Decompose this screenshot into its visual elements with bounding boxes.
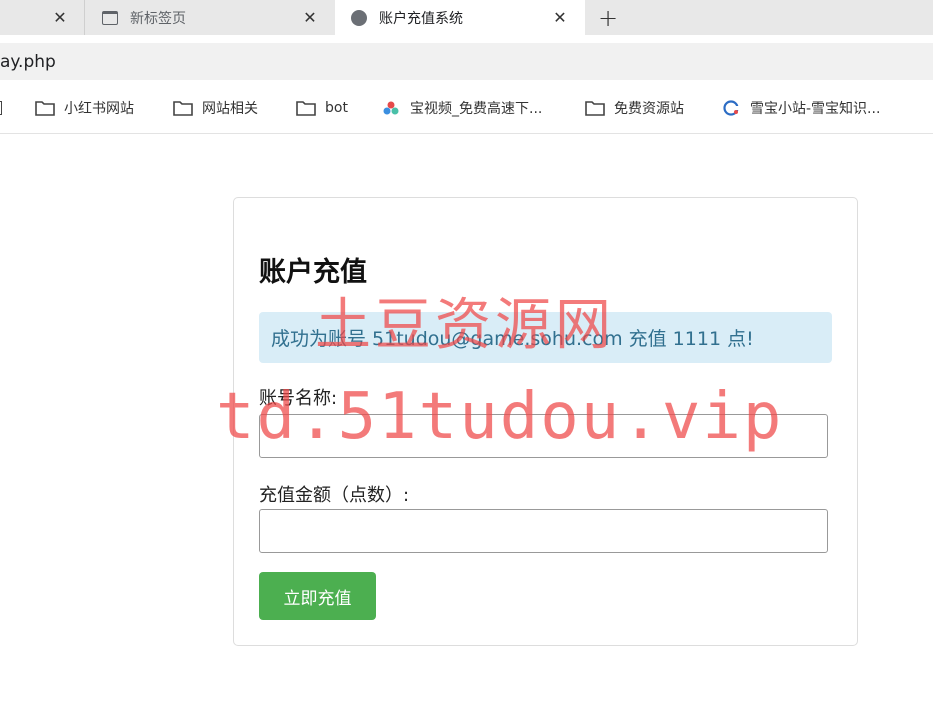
site-icon — [720, 99, 742, 117]
watermark-url: td.51tudou.vip — [216, 380, 784, 454]
tab-strip: ✕ 新标签页 ✕ 账户充值系统 ✕ + — [0, 0, 933, 35]
site-icon — [380, 99, 402, 117]
bookmark-label: 免费资源站 — [614, 101, 684, 117]
folder-icon — [584, 99, 606, 117]
bookmark-website-related[interactable]: 网站相关 — [172, 90, 258, 126]
bookmark-label: 网站相关 — [202, 101, 258, 117]
folder-icon — [295, 99, 317, 117]
close-icon: ✕ — [303, 8, 317, 27]
folder-icon — [34, 99, 56, 117]
close-icon: ✕ — [53, 8, 67, 27]
bookmark-label: 小红书网站 — [64, 101, 134, 117]
close-icon: ✕ — [553, 8, 567, 27]
new-tab-button[interactable]: + — [596, 0, 620, 35]
bookmark-bot[interactable]: bot — [295, 90, 348, 126]
bookmark-video-site[interactable]: 宝视频_免费高速下... — [380, 90, 542, 126]
amount-input[interactable] — [259, 509, 828, 553]
bookmark-partial[interactable] — [0, 90, 2, 126]
submit-recharge-button[interactable]: 立即充值 — [259, 572, 376, 620]
bookmark-free-resources[interactable]: 免费资源站 — [584, 90, 684, 126]
url-text: ay.php — [0, 51, 56, 72]
tab-label: 账户充值系统 — [379, 10, 463, 27]
amount-label: 充值金额（点数）: — [259, 485, 410, 506]
plus-icon: + — [597, 3, 619, 32]
folder-icon — [172, 99, 194, 117]
tab-page-icon — [102, 10, 118, 25]
bookmark-xuebao[interactable]: 雪宝小站-雪宝知识... — [720, 90, 880, 126]
tab-divider — [84, 0, 85, 35]
address-bar: ay.php — [0, 35, 933, 90]
bookmark-label: bot — [325, 100, 348, 116]
bookmark-label: 宝视频_免费高速下... — [410, 101, 543, 117]
bookmarks-bar: 小红书网站 网站相关 bot 宝视频_免费高速下... 免费资源站 雪宝小站-雪… — [0, 90, 933, 134]
bookmark-partial-icon — [0, 101, 2, 115]
close-tab-button[interactable]: ✕ — [298, 0, 322, 35]
close-tab-button[interactable]: ✕ — [48, 0, 72, 35]
bookmark-label: 雪宝小站-雪宝知识... — [750, 101, 881, 117]
bookmark-xiaohongshu[interactable]: 小红书网站 — [34, 90, 134, 126]
close-tab-button[interactable]: ✕ — [548, 0, 572, 35]
tab-label: 新标签页 — [130, 10, 186, 27]
globe-icon — [351, 9, 367, 26]
watermark-title: 土豆资源网 — [315, 293, 615, 358]
tab-new-tab[interactable]: 新标签页 — [86, 0, 334, 35]
url-input[interactable]: ay.php — [0, 43, 933, 80]
